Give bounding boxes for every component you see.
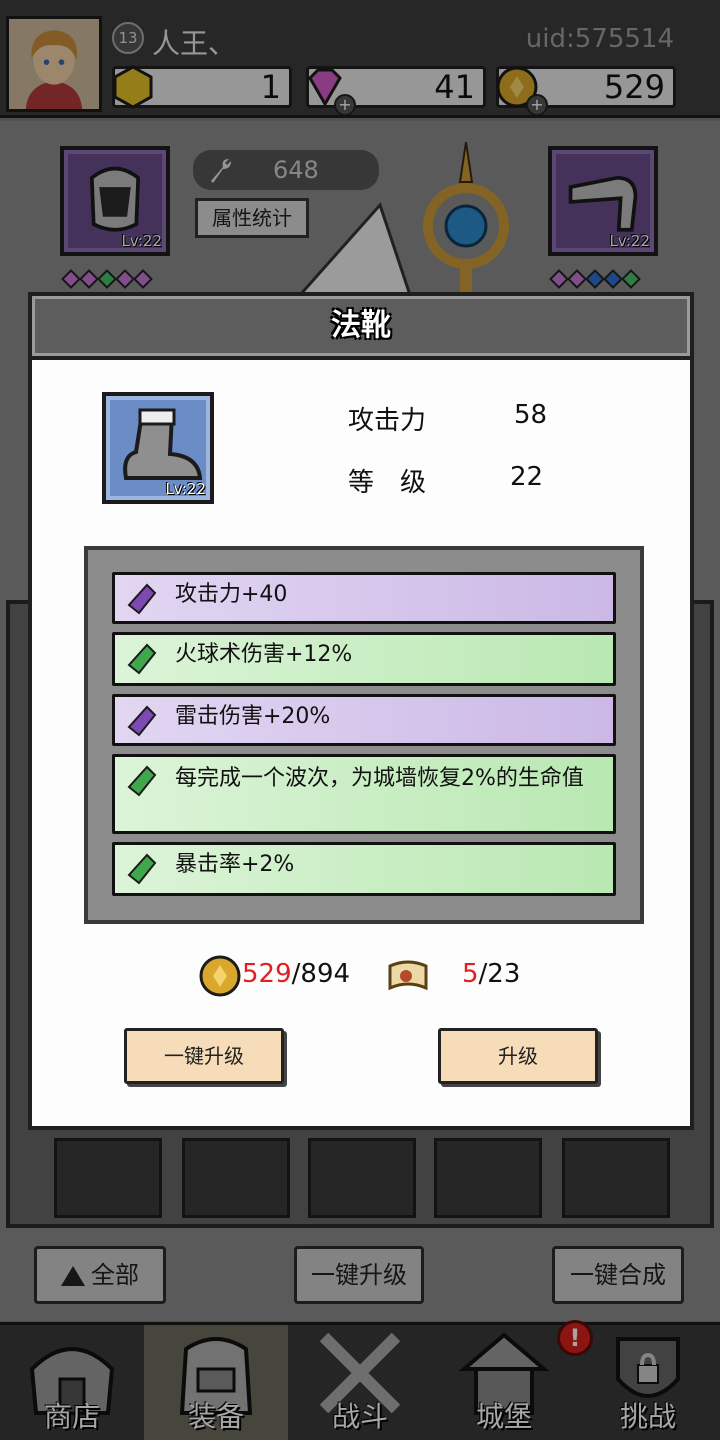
- scroll-cost: 5/23: [462, 954, 520, 994]
- green-crystal-icon: [127, 643, 157, 675]
- affix-text: 雷击伤害+20%: [175, 704, 331, 729]
- upgrade-button[interactable]: 升级: [438, 1028, 598, 1084]
- one-click-upgrade-button[interactable]: 一键升级: [124, 1028, 284, 1084]
- item-level-tag: Lv:22: [165, 480, 206, 498]
- purple-crystal-icon: [127, 705, 157, 737]
- affix-row: 每完成一个波次，为城墙恢复2%的生命值: [112, 754, 616, 834]
- green-crystal-icon: [127, 853, 157, 885]
- stat-level-value: 22: [510, 462, 544, 492]
- gold-required: /894: [291, 959, 351, 989]
- dialog-header: 法靴: [28, 292, 694, 360]
- affix-row: 雷击伤害+20%: [112, 694, 616, 746]
- green-crystal-icon: [127, 765, 157, 797]
- affix-text: 每完成一个波次，为城墙恢复2%的生命值: [175, 766, 584, 791]
- scroll-required: /23: [478, 959, 521, 989]
- affix-text: 攻击力+40: [175, 582, 288, 607]
- dialog-title: 法靴: [331, 308, 391, 343]
- purple-crystal-icon: [127, 583, 157, 615]
- scroll-icon: [388, 960, 428, 991]
- gold-owned: 529: [242, 959, 292, 989]
- affix-row: 攻击力+40: [112, 572, 616, 624]
- item-detail-dialog: 法靴 Lv:22 攻击力 58 等 级 22 攻击力+40 火球术伤害+12% …: [28, 292, 694, 1130]
- gold-coin-icon: [199, 955, 241, 997]
- affix-row: 火球术伤害+12%: [112, 632, 616, 686]
- stat-attack-label: 攻击力: [348, 406, 427, 436]
- stat-attack-value: 58: [514, 400, 548, 430]
- scroll-owned: 5: [462, 959, 479, 989]
- affix-text: 暴击率+2%: [175, 852, 295, 877]
- stat-level-label: 等 级: [348, 468, 427, 498]
- affix-row: 暴击率+2%: [112, 842, 616, 896]
- gold-cost: 529/894: [242, 954, 350, 994]
- affix-text: 火球术伤害+12%: [175, 642, 353, 667]
- item-icon-frame: Lv:22: [102, 392, 214, 504]
- affix-panel: 攻击力+40 火球术伤害+12% 雷击伤害+20% 每完成一个波次，为城墙恢复2…: [84, 546, 644, 924]
